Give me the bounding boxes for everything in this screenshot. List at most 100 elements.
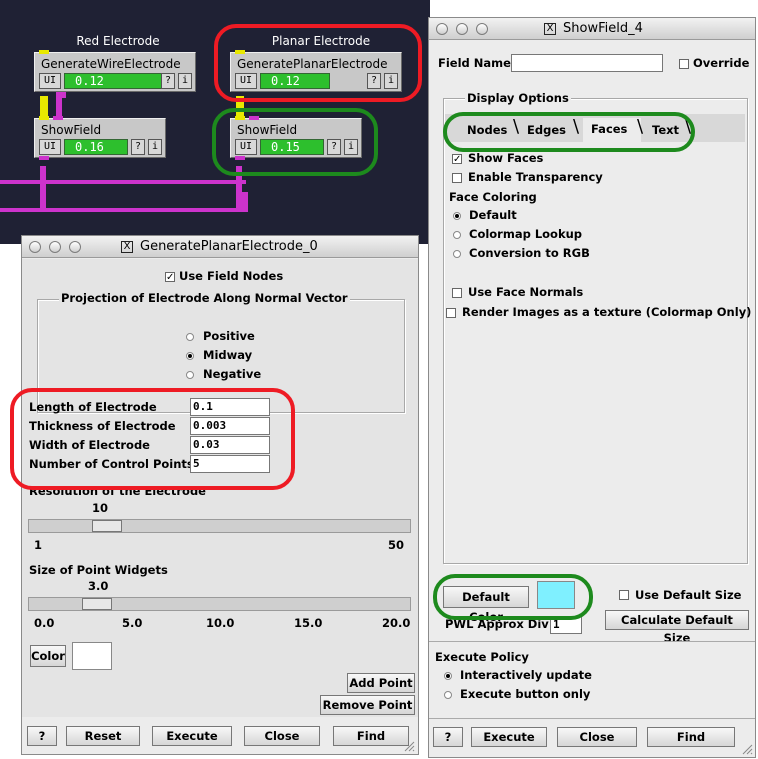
radio-midway-label: Midway (203, 348, 253, 362)
radio-negative[interactable] (186, 371, 194, 379)
override-label: Override (693, 56, 750, 70)
radio-colormap-lookup[interactable] (453, 231, 461, 239)
use-face-normals-label: Use Face Normals (468, 285, 584, 299)
window-showfield: X ShowField_4 Field Name Override Displa… (428, 17, 756, 758)
wire-vertical-3[interactable] (240, 192, 248, 212)
execute-button[interactable]: Execute (471, 727, 547, 747)
help-button[interactable]: ? (27, 726, 57, 746)
radio-positive-label: Positive (203, 329, 255, 343)
face-coloring-label: Face Coloring (449, 190, 537, 204)
show-faces-checkbox[interactable]: ✓ (452, 154, 462, 165)
output-port[interactable] (39, 156, 49, 160)
resize-grip-icon[interactable] (403, 740, 415, 752)
minimize-light-icon[interactable] (456, 23, 468, 35)
radio-interactively-update[interactable] (444, 672, 452, 680)
wire-horizontal-2[interactable] (0, 208, 246, 212)
use-field-nodes-label: Use Field Nodes (179, 269, 284, 283)
highlight-green-oval (443, 112, 695, 152)
point-size-tick: 5.0 (122, 616, 143, 630)
field-name-input[interactable] (511, 54, 663, 72)
module-name: GenerateWireElectrode (41, 57, 181, 71)
render-images-checkbox[interactable] (446, 308, 456, 318)
highlight-red-oval (10, 388, 295, 490)
minimize-light-icon[interactable] (49, 241, 61, 253)
use-default-size-checkbox[interactable] (619, 590, 629, 600)
override-checkbox[interactable] (679, 59, 689, 69)
zoom-light-icon[interactable] (69, 241, 81, 253)
input-port[interactable] (53, 116, 63, 120)
remove-point-button[interactable]: Remove Point (320, 695, 415, 715)
radio-midway[interactable] (186, 352, 194, 360)
find-button[interactable]: Find (333, 726, 409, 746)
projection-label: Projection of Electrode Along Normal Vec… (59, 291, 350, 305)
title-bar[interactable]: X GeneratePlanarElectrode_0 (22, 236, 418, 258)
field-name-label: Field Name (438, 56, 511, 70)
input-port[interactable] (39, 116, 49, 120)
enable-transparency-label: Enable Transparency (468, 170, 603, 184)
use-default-size-label: Use Default Size (635, 588, 742, 602)
resolution-value: 10 (92, 501, 109, 515)
ui-button[interactable]: UI (39, 73, 61, 89)
resize-grip-icon[interactable] (741, 743, 753, 755)
window-generate-planar-electrode: X GeneratePlanarElectrode_0 ✓ Use Field … (10, 235, 419, 755)
find-button[interactable]: Find (647, 727, 735, 747)
color-button[interactable]: Color (30, 645, 66, 667)
wire-horizontal-1[interactable] (0, 180, 246, 184)
display-options-label: Display Options (465, 91, 571, 105)
window-title: GeneratePlanarElectrode_0 (140, 239, 318, 254)
point-size-slider[interactable] (28, 597, 411, 611)
divider (429, 641, 755, 642)
help-button[interactable]: ? (161, 73, 175, 89)
help-button[interactable]: ? (433, 727, 463, 747)
help-button[interactable]: ? (131, 139, 145, 155)
use-field-nodes-checkbox[interactable]: ✓ (165, 272, 175, 283)
resolution-max: 50 (388, 538, 405, 552)
radio-negative-label: Negative (203, 367, 262, 381)
close-light-icon[interactable] (436, 23, 448, 35)
add-point-button[interactable]: Add Point (347, 673, 415, 693)
radio-colormap-lookup-label: Colormap Lookup (469, 227, 583, 241)
show-faces-label: Show Faces (468, 151, 544, 165)
module-showfield-1[interactable]: ShowField UI 0.16 ? i (34, 116, 166, 160)
resolution-slider[interactable] (28, 519, 411, 533)
module-generate-wire-electrode[interactable]: GenerateWireElectrode UI 0.12 ? i (34, 50, 196, 92)
point-size-tick: 15.0 (294, 616, 323, 630)
resolution-slider-thumb[interactable] (92, 520, 122, 532)
title-bar[interactable]: X ShowField_4 (429, 18, 755, 40)
radio-interactively-update-label: Interactively update (460, 668, 592, 682)
point-size-label: Size of Point Widgets (29, 563, 168, 577)
wire-vertical-1[interactable] (40, 166, 46, 210)
display-options-frame (443, 98, 748, 564)
radio-default[interactable] (453, 212, 461, 220)
highlight-red-oval (214, 24, 422, 102)
info-button[interactable]: i (178, 73, 192, 89)
resolution-min: 1 (34, 538, 43, 552)
close-light-icon[interactable] (29, 241, 41, 253)
radio-execute-button-only[interactable] (444, 691, 452, 699)
group-title-red-electrode: Red Electrode (76, 34, 160, 48)
point-size-value: 3.0 (88, 579, 109, 593)
highlight-green-oval (433, 574, 593, 620)
point-size-tick: 20.0 (382, 616, 411, 630)
execute-button[interactable]: Execute (152, 726, 232, 746)
color-swatch[interactable] (72, 642, 112, 670)
zoom-light-icon[interactable] (476, 23, 488, 35)
progress-bar: 0.16 (64, 139, 128, 155)
ui-button[interactable]: UI (39, 139, 61, 155)
calculate-default-size-button[interactable]: Calculate Default Size (605, 610, 749, 645)
radio-positive[interactable] (186, 333, 194, 341)
point-size-slider-thumb[interactable] (82, 598, 112, 610)
reset-button[interactable]: Reset (66, 726, 140, 746)
point-size-tick: 0.0 (34, 616, 55, 630)
radio-conversion-rgb-label: Conversion to RGB (469, 246, 590, 260)
close-button[interactable]: Close (244, 726, 320, 746)
close-button[interactable]: Close (557, 727, 637, 747)
radio-conversion-rgb[interactable] (453, 250, 461, 258)
network-canvas[interactable]: Red Electrode Planar Electrode GenerateW… (0, 0, 430, 244)
render-images-label: Render Images as a texture (Colormap Onl… (462, 305, 752, 319)
info-button[interactable]: i (148, 139, 162, 155)
enable-transparency-checkbox[interactable] (452, 173, 462, 183)
input-port[interactable] (39, 50, 49, 54)
use-face-normals-checkbox[interactable] (452, 288, 462, 298)
bottom-button-bar: ? Reset Execute Close Find (22, 718, 418, 754)
